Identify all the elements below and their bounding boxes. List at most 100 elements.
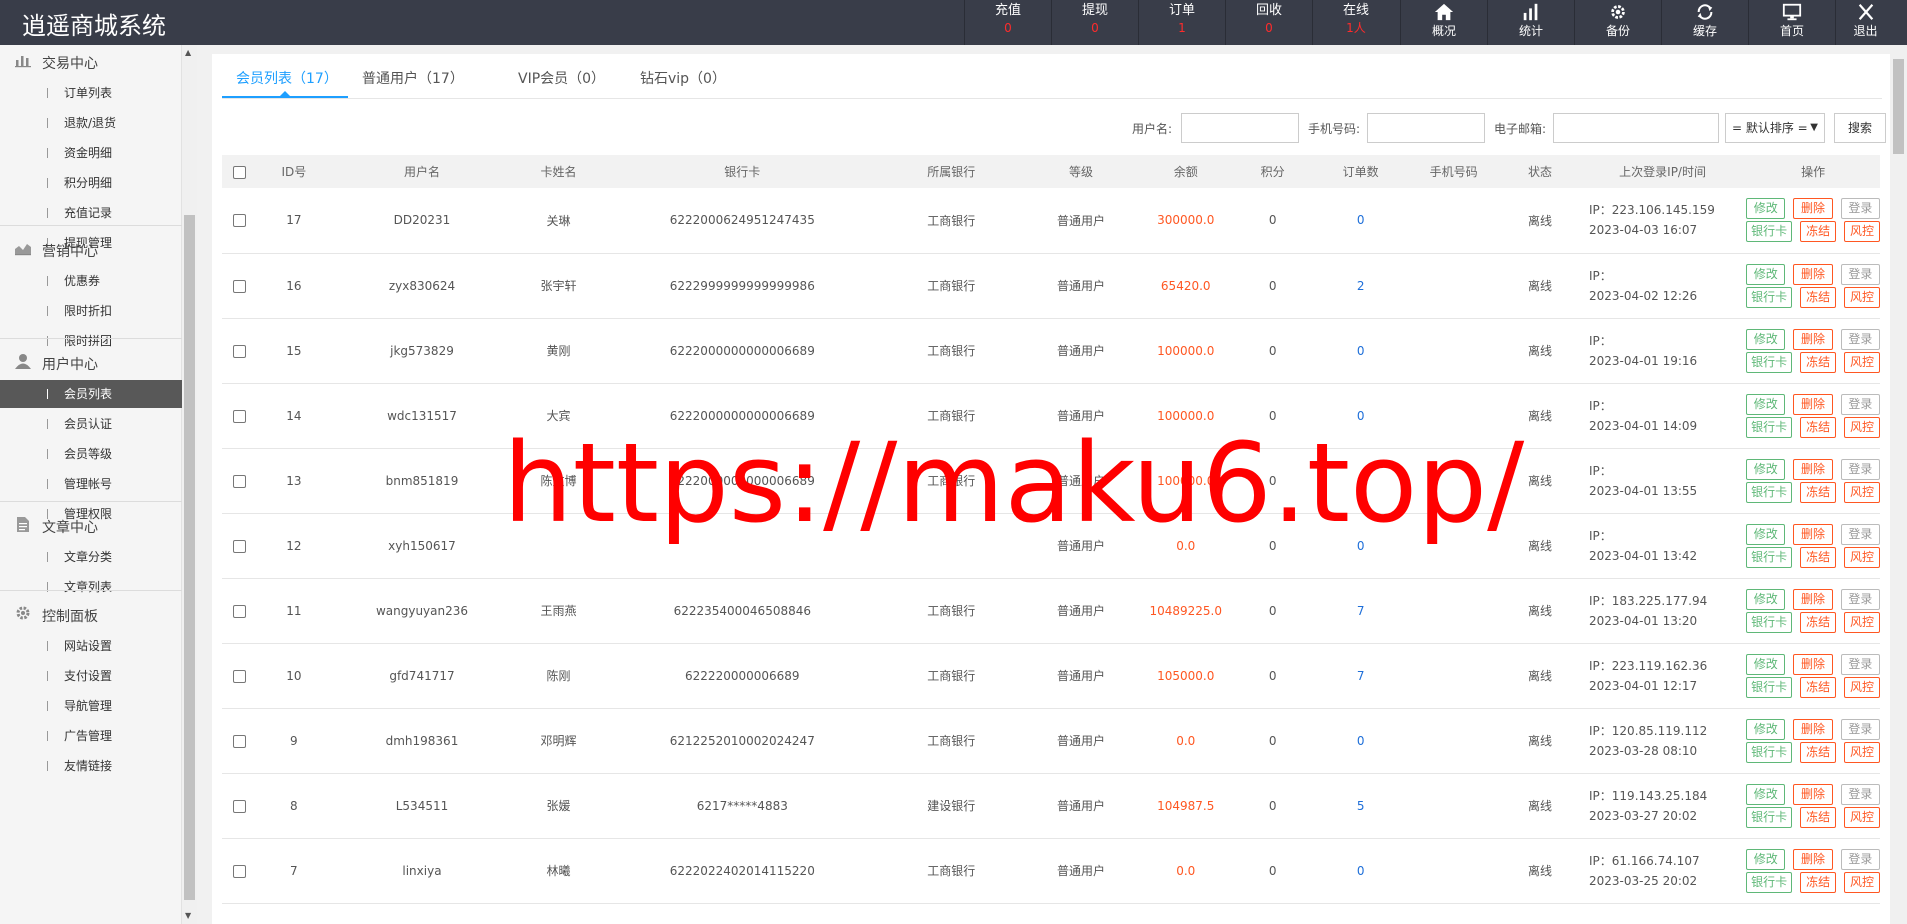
row-checkbox[interactable] [233,409,247,423]
login-button[interactable]: 登录 [1840,653,1880,675]
risk-control-button[interactable]: 风控 [1844,871,1880,893]
sidebar-item[interactable]: 会员列表 [0,380,182,408]
login-button[interactable]: 登录 [1840,458,1880,480]
risk-control-button[interactable]: 风控 [1844,351,1880,373]
tab-member-list[interactable]: 会员列表（17） [236,68,338,88]
delete-button[interactable]: 删除 [1793,848,1833,870]
delete-button[interactable]: 删除 [1793,523,1833,545]
row-checkbox[interactable] [233,474,247,488]
freeze-button[interactable]: 冻结 [1800,741,1837,763]
edit-button[interactable]: 修改 [1746,653,1786,675]
freeze-button[interactable]: 冻结 [1800,351,1837,373]
risk-control-button[interactable]: 风控 [1844,286,1880,308]
sidebar-item[interactable]: 支付设置 [0,662,182,690]
bank-card-button[interactable]: 银行卡 [1746,676,1793,698]
delete-button[interactable]: 删除 [1793,718,1833,740]
row-checkbox[interactable] [233,279,247,293]
scroll-down-icon[interactable]: ▼ [185,911,191,920]
risk-control-button[interactable]: 风控 [1844,676,1880,698]
bank-card-button[interactable]: 银行卡 [1746,286,1793,308]
sidebar-group-title[interactable]: 营销中心 [14,237,98,267]
sidebar-item[interactable]: 资金明细 [0,139,182,167]
nav-close-button[interactable]: 退出 [1835,0,1895,45]
tab-normal-users[interactable]: 普通用户（17） [362,68,464,88]
risk-control-button[interactable]: 风控 [1844,481,1880,503]
login-button[interactable]: 登录 [1840,718,1880,740]
edit-button[interactable]: 修改 [1746,198,1786,220]
sidebar-item[interactable]: 充值记录 [0,199,182,227]
sidebar-scroll-thumb[interactable] [184,215,195,900]
edit-button[interactable]: 修改 [1746,328,1786,350]
freeze-button[interactable]: 冻结 [1800,546,1837,568]
sidebar-scrollbar[interactable]: ▲ ▼ [182,45,197,924]
delete-button[interactable]: 删除 [1793,393,1833,415]
row-checkbox[interactable] [233,214,247,228]
sidebar-item[interactable]: 导航管理 [0,692,182,720]
sidebar-item[interactable]: 友情链接 [0,752,182,780]
sidebar-group-title[interactable]: 交易中心 [14,49,98,79]
edit-button[interactable]: 修改 [1746,523,1786,545]
sidebar-item[interactable]: 管理帐号 [0,470,182,498]
sidebar-item[interactable]: 限时折扣 [0,297,182,325]
freeze-button[interactable]: 冻结 [1800,676,1837,698]
login-button[interactable]: 登录 [1840,393,1880,415]
stat-item[interactable]: 在线 1人 [1312,0,1399,45]
email-input[interactable] [1553,113,1719,143]
nav-bar-chart-button[interactable]: 统计 [1487,0,1574,45]
username-input[interactable] [1181,113,1299,143]
sidebar-item[interactable]: 文章分类 [0,543,182,571]
page-scroll-thumb[interactable] [1893,59,1904,154]
edit-button[interactable]: 修改 [1746,458,1786,480]
edit-button[interactable]: 修改 [1746,393,1786,415]
delete-button[interactable]: 删除 [1793,328,1833,350]
select-all-checkbox[interactable] [233,165,247,179]
sidebar-item[interactable]: 会员等级 [0,440,182,468]
bank-card-button[interactable]: 银行卡 [1746,416,1793,438]
sort-select[interactable]: = 默认排序 = ▼ [1725,113,1825,143]
scroll-up-icon[interactable]: ▲ [185,48,191,57]
login-button[interactable]: 登录 [1840,783,1880,805]
stat-item[interactable]: 回收 0 [1225,0,1312,45]
freeze-button[interactable]: 冻结 [1800,871,1837,893]
sidebar-item[interactable]: 广告管理 [0,722,182,750]
sidebar-item[interactable]: 积分明细 [0,169,182,197]
edit-button[interactable]: 修改 [1746,718,1786,740]
risk-control-button[interactable]: 风控 [1844,611,1880,633]
bank-card-button[interactable]: 银行卡 [1746,741,1793,763]
sidebar-group-title[interactable]: 文章中心 [14,513,98,543]
delete-button[interactable]: 删除 [1793,783,1833,805]
bank-card-button[interactable]: 银行卡 [1746,221,1793,243]
login-button[interactable]: 登录 [1840,198,1880,220]
risk-control-button[interactable]: 风控 [1844,806,1880,828]
sidebar-item[interactable]: 订单列表 [0,79,182,107]
freeze-button[interactable]: 冻结 [1800,806,1837,828]
edit-button[interactable]: 修改 [1746,588,1786,610]
edit-button[interactable]: 修改 [1746,263,1786,285]
row-checkbox[interactable] [233,864,247,878]
risk-control-button[interactable]: 风控 [1844,221,1880,243]
delete-button[interactable]: 删除 [1793,198,1833,220]
sidebar-group-title[interactable]: 用户中心 [14,350,98,380]
tab-diamond-vip[interactable]: 钻石vip（0） [640,68,726,88]
delete-button[interactable]: 删除 [1793,263,1833,285]
delete-button[interactable]: 删除 [1793,458,1833,480]
sidebar-item[interactable]: 网站设置 [0,632,182,660]
bank-card-button[interactable]: 银行卡 [1746,481,1793,503]
nav-refresh-button[interactable]: 缓存 [1661,0,1748,45]
freeze-button[interactable]: 冻结 [1800,221,1837,243]
risk-control-button[interactable]: 风控 [1844,741,1880,763]
freeze-button[interactable]: 冻结 [1800,611,1837,633]
row-checkbox[interactable] [233,799,247,813]
login-button[interactable]: 登录 [1840,848,1880,870]
bank-card-button[interactable]: 银行卡 [1746,806,1793,828]
edit-button[interactable]: 修改 [1746,848,1786,870]
freeze-button[interactable]: 冻结 [1800,481,1837,503]
freeze-button[interactable]: 冻结 [1800,416,1837,438]
search-button[interactable]: 搜索 [1834,113,1886,143]
bank-card-button[interactable]: 银行卡 [1746,351,1793,373]
delete-button[interactable]: 删除 [1793,653,1833,675]
login-button[interactable]: 登录 [1840,263,1880,285]
stat-item[interactable]: 提现 0 [1051,0,1138,45]
nav-home-button[interactable]: 概况 [1400,0,1487,45]
sidebar-item[interactable]: 文章列表 [0,573,182,601]
